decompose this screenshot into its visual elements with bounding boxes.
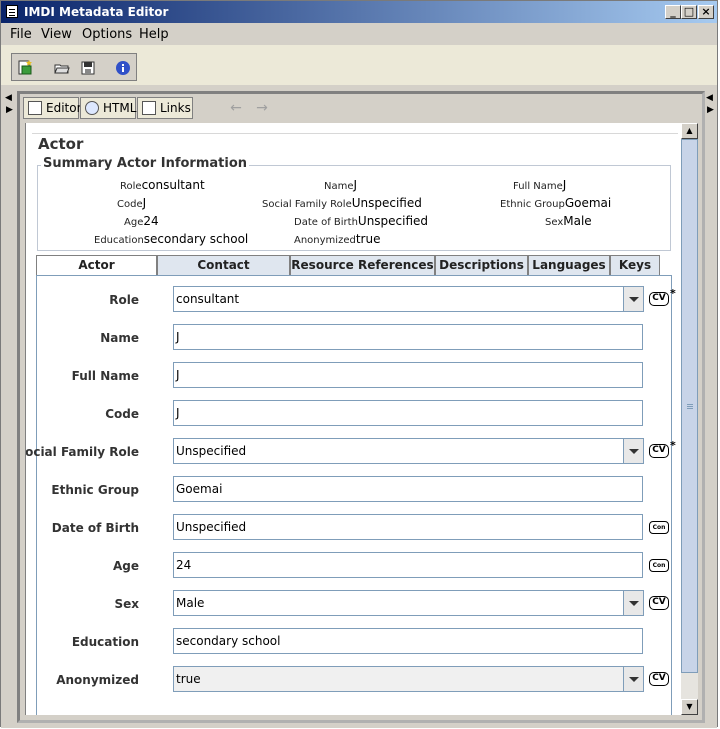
social-family-role-select[interactable]: Unspecified	[173, 438, 644, 464]
social-family-role-value: Unspecified	[176, 444, 247, 458]
menu-file[interactable]: File	[10, 27, 32, 42]
editor-content: Actor Summary Actor Information Rolecons…	[25, 123, 682, 715]
tab-links-label: Links	[160, 101, 191, 115]
links-icon	[142, 101, 156, 115]
code-input[interactable]: J	[173, 400, 643, 426]
full-name-input[interactable]: J	[173, 362, 643, 388]
menu-help[interactable]: Help	[139, 27, 169, 42]
app-icon	[6, 5, 18, 18]
name-label: Name	[100, 331, 139, 345]
chevron-down-icon[interactable]	[623, 439, 643, 463]
role-select[interactable]: consultant	[173, 286, 644, 312]
code-label: Code	[105, 407, 139, 421]
left-split-arrow-icon[interactable]: ◀	[5, 93, 12, 103]
save-icon[interactable]	[78, 58, 98, 78]
tab-resource-references[interactable]: Resource References	[290, 255, 435, 275]
info-icon[interactable]	[113, 58, 133, 78]
summary-social-family-role: Social Family RoleUnspecified	[262, 196, 422, 210]
tab-editor[interactable]: Editor	[23, 97, 82, 119]
chevron-down-icon[interactable]	[623, 287, 643, 311]
summary-name: NameJ	[324, 178, 358, 192]
menu-view[interactable]: View	[41, 27, 72, 42]
summary-age: Age24	[124, 214, 159, 228]
left-split-arrow-icon[interactable]: ▶	[6, 105, 13, 115]
sex-value: Male	[176, 596, 205, 610]
menu-bar: File View Options Help	[1, 23, 717, 45]
heading-divider	[32, 133, 678, 134]
tab-contact-information[interactable]: Contact Information	[157, 255, 290, 291]
back-arrow-icon[interactable]: ←	[227, 100, 245, 116]
maximize-button[interactable]: □	[681, 5, 697, 19]
age-input[interactable]: 24	[173, 552, 643, 578]
full-name-label: Full Name	[71, 369, 139, 383]
summary-anonymized: Anonymizedtrue	[294, 232, 381, 246]
summary-ethnic-group: Ethnic GroupGoemai	[500, 196, 612, 210]
title-bar: IMDI Metadata Editor _ □ ×	[1, 1, 717, 23]
page-title: Actor	[38, 135, 84, 153]
tab-editor-label: Editor	[46, 101, 82, 115]
document-icon	[28, 101, 42, 115]
summary-role: Roleconsultant	[120, 178, 205, 192]
summary-code: CodeJ	[117, 196, 147, 210]
role-label: Role	[109, 293, 139, 307]
scroll-thumb[interactable]	[681, 139, 698, 673]
summary-sex: SexMale	[545, 214, 592, 228]
anonymized-select[interactable]: true	[173, 666, 644, 692]
right-split-arrow-icon[interactable]: ▶	[707, 105, 714, 115]
social-family-role-cv-badge[interactable]: CV	[649, 444, 669, 458]
menu-options[interactable]: Options	[82, 27, 132, 42]
date-of-birth-label: Date of Birth	[51, 521, 139, 535]
tab-keys[interactable]: Keys	[610, 255, 660, 275]
ethnic-group-label: Ethnic Group	[51, 483, 139, 497]
tab-html[interactable]: HTML	[80, 97, 136, 119]
html-preview-icon	[85, 101, 99, 115]
new-document-icon[interactable]	[16, 58, 36, 78]
anonymized-value: true	[176, 672, 201, 686]
toolbar	[11, 53, 137, 81]
education-input[interactable]: secondary school	[173, 628, 643, 654]
tab-actor-information[interactable]: Actor Information	[36, 255, 157, 291]
age-con-badge[interactable]: Con	[649, 559, 669, 572]
social-family-role-required-star: *	[670, 439, 676, 452]
name-input[interactable]: J	[173, 324, 643, 350]
open-folder-icon[interactable]	[52, 58, 72, 78]
scroll-down-icon[interactable]: ▼	[681, 699, 698, 715]
age-label: Age	[112, 559, 139, 573]
chevron-down-icon[interactable]	[623, 591, 643, 615]
tab-descriptions[interactable]: Descriptions	[435, 255, 528, 275]
ethnic-group-input[interactable]: Goemai	[173, 476, 643, 502]
sex-select[interactable]: Male	[173, 590, 644, 616]
tab-languages[interactable]: Languages	[528, 255, 610, 275]
summary-title: Summary Actor Information	[41, 156, 250, 171]
minimize-button[interactable]: _	[665, 5, 681, 19]
app-window: IMDI Metadata Editor _ □ × File View Opt…	[0, 0, 718, 728]
role-value: consultant	[176, 292, 240, 306]
chevron-down-icon[interactable]	[623, 667, 643, 691]
tab-html-label: HTML	[103, 101, 137, 115]
actor-information-panel: Role consultant CV * Name J Full Name J …	[26, 275, 676, 715]
anonymized-cv-badge[interactable]: CV	[649, 672, 669, 686]
summary-date-of-birth: Date of BirthUnspecified	[294, 214, 429, 228]
social-family-role-label: Social Family Role	[25, 445, 139, 459]
scroll-up-icon[interactable]: ▲	[681, 123, 698, 139]
window-title: IMDI Metadata Editor	[24, 5, 169, 19]
date-of-birth-input[interactable]: Unspecified	[173, 514, 643, 540]
role-required-star: *	[670, 287, 676, 300]
sex-label: Sex	[114, 597, 139, 611]
sex-cv-badge[interactable]: CV	[649, 596, 669, 610]
right-split-arrow-icon[interactable]: ◀	[706, 93, 713, 103]
tab-links[interactable]: Links	[137, 97, 193, 119]
anonymized-label: Anonymized	[56, 673, 139, 687]
close-button[interactable]: ×	[698, 5, 714, 19]
summary-education: Educationsecondary school	[94, 232, 249, 246]
vertical-scrollbar[interactable]: ▲ ▼	[681, 123, 698, 715]
education-label: Education	[71, 635, 139, 649]
forward-arrow-icon[interactable]: →	[253, 100, 271, 116]
date-of-birth-con-badge[interactable]: Con	[649, 521, 669, 534]
role-cv-badge[interactable]: CV	[649, 292, 669, 306]
summary-full-name: Full NameJ	[513, 178, 567, 192]
